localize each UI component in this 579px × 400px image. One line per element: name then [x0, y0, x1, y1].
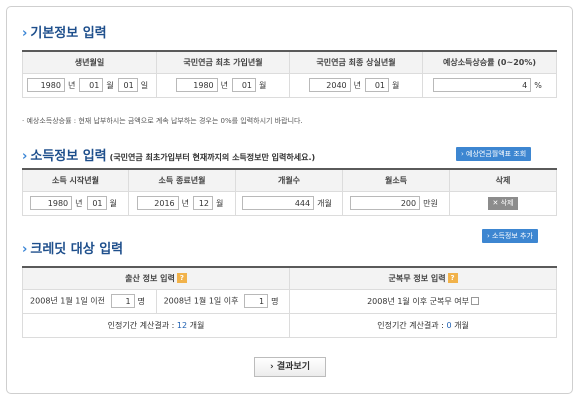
- header-income-start: 소득 시작년월: [22, 168, 129, 192]
- income-row: 1980 년 01 월 2016 년 12 월 444 개월 200 만원 ✕ 삭제: [22, 190, 557, 216]
- income-info-table: 소득 시작년월 소득 종료년월 개월수 월소득 삭제 1980 년 01 월 2016…: [22, 168, 557, 216]
- monthly-income-input[interactable]: 200: [350, 196, 421, 210]
- military-result-value: 0: [446, 320, 452, 330]
- header-monthly-income: 월소득: [342, 168, 450, 192]
- add-income-button[interactable]: › 소득정보 추가: [482, 229, 538, 243]
- final-loss-month-input[interactable]: 01: [365, 78, 389, 92]
- header-birthdate: 생년월일: [22, 50, 157, 74]
- delete-row-button[interactable]: ✕ 삭제: [487, 196, 519, 210]
- chevron-right-icon: ›: [22, 242, 28, 257]
- birth-result-cell: 인정기간 계산결과 : 12 개월: [21, 312, 291, 338]
- birth-after-cell: 2008년 1월 1일 이후 1명: [155, 288, 291, 314]
- income-section-title: › 소득정보 입력 (국민연금 최초가입부터 현재까지의 소득정보만 입력하세요.): [22, 149, 316, 164]
- basic-section-title: › 기본정보 입력: [22, 26, 107, 41]
- income-start-year-input[interactable]: 1980: [30, 196, 73, 210]
- final-loss-cell: 2040 년 01 월: [289, 72, 423, 98]
- birth-after-input[interactable]: 1: [244, 294, 269, 308]
- months-input[interactable]: 444: [242, 196, 315, 210]
- military-cell: 2008년 1월 이후 군복무 여부: [289, 288, 558, 314]
- chevron-right-icon: ›: [22, 26, 28, 41]
- income-end-month-input[interactable]: 12: [193, 196, 213, 210]
- header-months: 개월수: [235, 168, 343, 192]
- birth-year-input[interactable]: 1980: [26, 78, 65, 92]
- first-join-month-input[interactable]: 01: [232, 78, 256, 92]
- growth-rate-cell: 4%: [422, 72, 557, 98]
- first-join-cell: 1980 년 01 월: [156, 72, 290, 98]
- pension-table-lookup-button[interactable]: › 예상연금월액표 조회: [456, 147, 532, 161]
- military-info-header: 군복무 정보 입력?: [289, 266, 558, 290]
- growth-rate-input[interactable]: 4: [433, 78, 532, 92]
- military-service-checkbox[interactable]: [470, 297, 479, 305]
- header-delete: 삭제: [449, 168, 557, 192]
- basic-info-table: 생년월일 국민연금 최초 가입년월 국민연금 최종 상실년월 예상소득상승률 (…: [22, 50, 557, 98]
- final-loss-year-input[interactable]: 2040: [308, 78, 351, 92]
- income-subtitle: (국민연금 최초가입부터 현재까지의 소득정보만 입력하세요.): [109, 153, 316, 162]
- birth-day-input[interactable]: 01: [117, 78, 138, 92]
- help-icon[interactable]: ?: [176, 273, 187, 284]
- birth-result-value: 12: [176, 320, 188, 330]
- header-first-join: 국민연금 최초 가입년월: [156, 50, 290, 74]
- header-income-end: 소득 종료년월: [128, 168, 236, 192]
- income-start-month-input[interactable]: 01: [86, 196, 107, 210]
- military-result-cell: 인정기간 계산결과 : 0 개월: [289, 312, 558, 338]
- header-final-loss: 국민연금 최종 상실년월: [289, 50, 423, 74]
- birthdate-cell: 1980 년 01 월 01 일: [22, 72, 157, 98]
- credit-info-table: 출산 정보 입력? 군복무 정보 입력? 2008년 1월 1일 이전 1명 2…: [21, 266, 558, 338]
- birth-before-input[interactable]: 1: [110, 294, 135, 308]
- help-icon[interactable]: ?: [447, 273, 458, 284]
- growth-rate-note: · 예상소득상승률 : 현재 납부하시는 금액으로 계속 납부하는 경우는 0%…: [22, 117, 303, 125]
- credit-section-title: › 크레딧 대상 입력: [22, 242, 124, 257]
- chevron-right-icon: ›: [22, 149, 28, 164]
- view-result-button[interactable]: › 결과보기: [254, 357, 326, 377]
- birth-month-input[interactable]: 01: [79, 78, 104, 92]
- birth-before-cell: 2008년 1월 1일 이전 1명: [22, 288, 157, 314]
- first-join-year-input[interactable]: 1980: [175, 78, 218, 92]
- income-end-year-input[interactable]: 2016: [136, 196, 179, 210]
- header-growth-rate: 예상소득상승률 (0~20%): [422, 50, 557, 74]
- birth-info-header: 출산 정보 입력?: [21, 266, 291, 290]
